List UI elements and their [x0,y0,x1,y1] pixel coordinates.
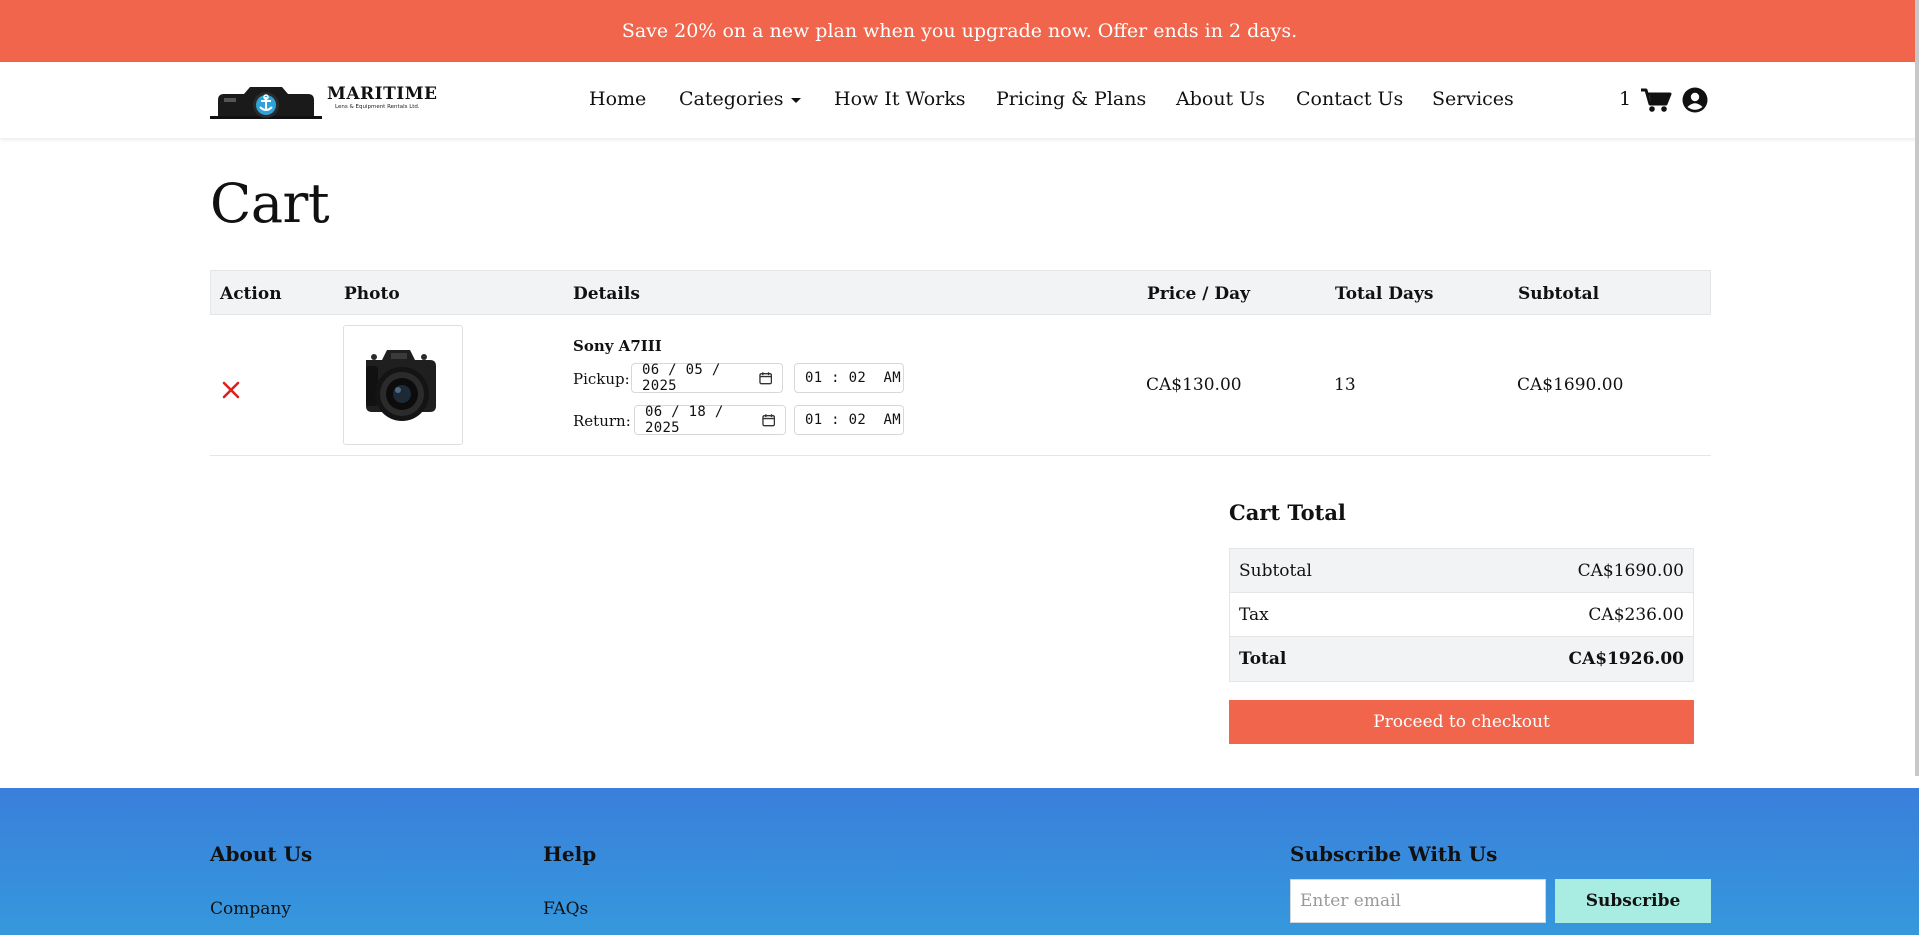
page-title: Cart [210,172,330,235]
tax-label: Tax [1239,604,1269,625]
nav-home[interactable]: Home [589,88,646,110]
col-action: Action [220,284,282,304]
caret-down-icon [790,97,801,103]
footer-subscribe-heading: Subscribe With Us [1290,842,1498,866]
subtotal-value: CA$1690.00 [1577,560,1684,581]
main-nav: Home Categories How It Works Pricing & P… [0,62,1919,138]
subtotal-label: Subtotal [1239,560,1312,581]
return-date-input[interactable]: 06 / 18 / 2025 [634,404,786,436]
footer-help-heading: Help [543,842,597,866]
col-photo: Photo [344,284,400,304]
cart-icon[interactable] [1640,87,1672,113]
row-subtotal: CA$1690.00 [1517,375,1624,395]
total-value: CA$1926.00 [1568,649,1684,669]
nav-services[interactable]: Services [1432,88,1514,110]
totals-row-subtotal: Subtotal CA$1690.00 [1230,549,1693,593]
pickup-label: Pickup: [573,370,630,388]
remove-icon[interactable] [222,381,240,399]
return-time-input[interactable]: 01 : 02 AM [794,405,904,435]
return-date-value: 06 / 18 / 2025 [645,404,724,436]
page-scrollbar[interactable] [1915,0,1919,776]
cart-total-table: Subtotal CA$1690.00 Tax CA$236.00 Total … [1229,548,1694,682]
camera-photo-icon [366,350,436,421]
totals-row-tax: Tax CA$236.00 [1230,593,1693,637]
pickup-date-value: 06 / 05 / 2025 [642,362,721,394]
pickup-date-input[interactable]: 06 / 05 / 2025 [631,362,783,394]
footer-about-heading: About Us [210,842,313,866]
site-footer: About Us Company Help FAQs Subscribe Wit… [0,788,1919,935]
return-time-value: 01 : 02 AM [805,412,902,428]
tax-value: CA$236.00 [1588,604,1684,625]
calendar-icon[interactable] [761,413,775,427]
footer-faqs-link[interactable]: FAQs [543,899,588,919]
nav-categories-label: Categories [679,88,784,110]
cart-total-title: Cart Total [1229,500,1346,525]
table-row: Sony A7III Pickup: 06 / 05 / 2025 01 : 0… [210,315,1711,456]
nav-about-us[interactable]: About Us [1176,88,1265,110]
promo-banner: Save 20% on a new plan when you upgrade … [0,0,1919,62]
site-header: MARITIME Lens & Equipment Rentals Ltd. H… [0,62,1919,138]
pickup-time-value: 01 : 02 AM [805,370,902,386]
total-days: 13 [1334,375,1356,395]
subscribe-button[interactable]: Subscribe [1555,879,1711,923]
price-per-day: CA$130.00 [1146,375,1242,395]
user-icon[interactable] [1682,87,1708,113]
nav-contact-us[interactable]: Contact Us [1296,88,1403,110]
promo-text: Save 20% on a new plan when you upgrade … [621,20,1298,42]
email-field[interactable] [1290,879,1546,923]
table-header: Action Photo Details Price / Day Total D… [210,270,1711,315]
pickup-time-input[interactable]: 01 : 02 AM [794,363,904,393]
cart-table: Action Photo Details Price / Day Total D… [210,270,1711,456]
cart-total-panel: Cart Total Subtotal CA$1690.00 Tax CA$23… [1229,500,1694,744]
product-photo [343,325,463,445]
col-subtotal: Subtotal [1518,284,1600,304]
footer-company-link[interactable]: Company [210,899,291,919]
product-name[interactable]: Sony A7III [573,337,662,355]
nav-categories[interactable]: Categories [679,88,801,110]
calendar-icon[interactable] [758,371,772,385]
col-details: Details [573,284,640,304]
return-label: Return: [573,412,631,430]
col-total-days: Total Days [1335,284,1434,304]
col-price-day: Price / Day [1147,284,1251,304]
totals-row-total: Total CA$1926.00 [1230,637,1693,681]
cart-count: 1 [1619,88,1632,110]
total-label: Total [1239,649,1287,669]
nav-how-it-works[interactable]: How It Works [834,88,966,110]
nav-pricing-plans[interactable]: Pricing & Plans [996,88,1146,110]
proceed-to-checkout-button[interactable]: Proceed to checkout [1229,700,1694,744]
